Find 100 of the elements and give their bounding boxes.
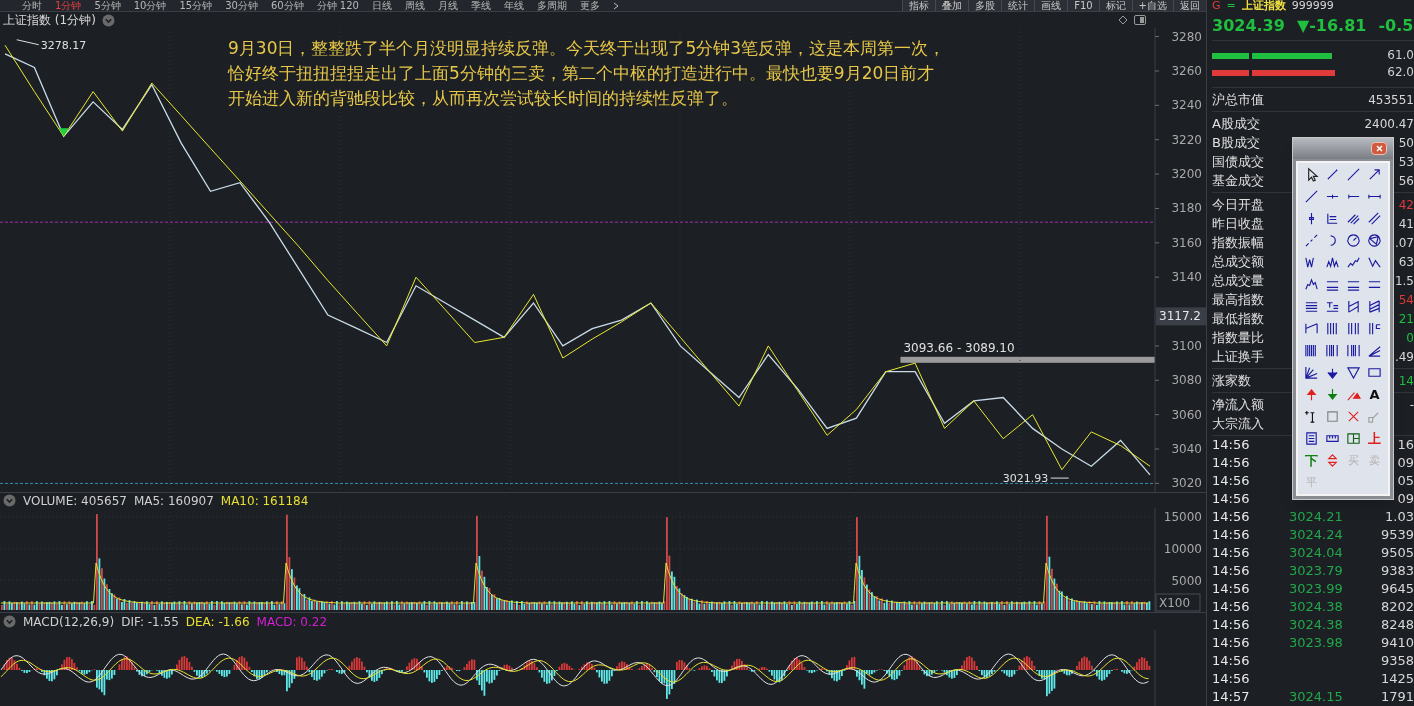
panel-toggle-icon[interactable] bbox=[1134, 15, 1146, 25]
close-button[interactable] bbox=[1371, 142, 1387, 155]
stat-label: 总成交额 bbox=[1212, 252, 1264, 271]
period-tab[interactable]: 多周期 bbox=[536, 0, 567, 12]
tick-volume: 16 bbox=[1397, 436, 1414, 455]
stock-name: 上证指数 bbox=[1241, 0, 1286, 12]
tick-volume: 1.03 bbox=[1385, 508, 1414, 527]
tick-price: 3023.98 bbox=[1289, 634, 1343, 653]
period-tab[interactable]: 60分钟 bbox=[270, 0, 304, 12]
period-tab[interactable]: 1分钟 bbox=[55, 0, 82, 12]
stat-label: 上证换手 bbox=[1212, 347, 1264, 366]
toolbar-button[interactable]: 统计 bbox=[1001, 0, 1035, 11]
period-tab[interactable]: 日线 bbox=[371, 0, 392, 12]
cursor-price-tag: 3117.2 bbox=[1156, 307, 1207, 326]
dropdown-icon[interactable] bbox=[101, 13, 115, 27]
tick-time: 14:56 bbox=[1212, 598, 1251, 617]
stat-label: B股成交 bbox=[1212, 133, 1260, 152]
mountain-line-icon bbox=[1304, 277, 1319, 292]
stat-label: 昨日收盘 bbox=[1212, 214, 1264, 233]
high-price-label: 3278.17 bbox=[40, 38, 87, 52]
percent-change: -0.5 bbox=[1378, 15, 1414, 37]
tick-price: 3024.04 bbox=[1289, 544, 1343, 563]
toolbar-button[interactable]: 叠加 bbox=[935, 0, 969, 11]
stat-value: 53 bbox=[1398, 153, 1414, 171]
cycle-line-icon bbox=[1304, 321, 1319, 336]
stat-value: 1.5 bbox=[1394, 272, 1414, 290]
tick-time: 14:56 bbox=[1212, 670, 1251, 689]
stat-value: 41 bbox=[1398, 215, 1414, 233]
tick-volume: 9539 bbox=[1380, 526, 1414, 545]
fan-lines-icon bbox=[1367, 343, 1382, 358]
stat-value: 21 bbox=[1398, 310, 1414, 328]
tick-price: 3024.38 bbox=[1289, 616, 1343, 635]
tick-price: 3023.99 bbox=[1289, 580, 1343, 599]
period-tab[interactable]: 分钟 120 bbox=[316, 0, 359, 12]
tool-button[interactable]: A bbox=[1364, 386, 1385, 403]
tick-time: 14:57 bbox=[1212, 688, 1251, 706]
toolbar-button[interactable]: 多股 bbox=[968, 0, 1002, 11]
rectangle-icon bbox=[1367, 365, 1382, 380]
stat-label: 最高指数 bbox=[1212, 290, 1264, 309]
stat-label: 基金成交 bbox=[1212, 171, 1264, 190]
tick-time: 14:56 bbox=[1212, 652, 1251, 671]
volume-legend: MA5: 160907 bbox=[133, 491, 214, 510]
golden-bars-icon bbox=[1367, 321, 1382, 336]
stat-label: 最低指数 bbox=[1212, 309, 1264, 328]
tick-volume: 09 bbox=[1397, 490, 1414, 509]
toolbar-button[interactable]: F10 bbox=[1067, 0, 1099, 11]
stat-value: 14 bbox=[1398, 372, 1414, 390]
tick-time: 14:56 bbox=[1212, 508, 1251, 527]
period-tab[interactable]: 月线 bbox=[437, 0, 458, 12]
period-tab[interactable]: 10分钟 bbox=[133, 0, 167, 12]
speed-fan-icon bbox=[1304, 365, 1319, 380]
tick-price: 3024.21 bbox=[1289, 508, 1343, 527]
axis-tick-label: 3060 bbox=[1171, 407, 1202, 422]
axis-tick-label: 3200 bbox=[1171, 167, 1202, 182]
period-tab[interactable]: 15分钟 bbox=[179, 0, 213, 12]
tool-button[interactable]: 上 bbox=[1364, 430, 1385, 447]
stat-value: 54 bbox=[1398, 291, 1414, 309]
period-tab[interactable]: 更多 bbox=[579, 0, 600, 12]
cycle-bars-icon bbox=[1325, 321, 1340, 336]
axis-tick-label: 3080 bbox=[1171, 373, 1202, 388]
chevron-icon[interactable] bbox=[612, 1, 620, 10]
tick-time: 14:56 bbox=[1212, 634, 1251, 653]
chart-note: 9月30日，整整跌了半个月没明显持续反弹。今天终于出现了5分钟3笔反弹，这是本周第一次， 恰好终于扭扭捏捏走出了上面5分钟的三卖，第二个中枢的打造进行中。最快也要9月20日前才 开始进入新的背驰段比较，从而再次尝试较长时间的持续性反弹了。 bbox=[228, 37, 946, 110]
thick-bars-icon bbox=[1325, 343, 1340, 358]
macd-legend: DEA: -1.66 bbox=[185, 612, 250, 631]
ratio-reading: 62.0 bbox=[1387, 66, 1414, 79]
tick-price: 3024.38 bbox=[1289, 598, 1343, 617]
axis-tick-label: 10000 bbox=[1163, 542, 1202, 556]
period-tab[interactable]: 30分钟 bbox=[225, 0, 258, 12]
dropdown-icon[interactable] bbox=[3, 494, 16, 507]
tick-time: 14:56 bbox=[1212, 436, 1251, 455]
stat-value: 56 bbox=[1398, 172, 1414, 190]
fan-box-icon bbox=[1346, 299, 1361, 314]
zigzag-down-icon bbox=[1367, 255, 1382, 270]
wave-peaks-icon bbox=[1325, 255, 1340, 270]
tick-volume: 05 bbox=[1397, 472, 1414, 491]
toolbar-button[interactable]: 返回 bbox=[1173, 0, 1206, 11]
diamond-icon[interactable] bbox=[1118, 15, 1128, 25]
close-x-icon bbox=[1346, 409, 1361, 424]
period-tab[interactable]: 年线 bbox=[503, 0, 524, 12]
period-tab[interactable]: 季线 bbox=[470, 0, 491, 12]
toolbar-button[interactable]: 标记 bbox=[1098, 0, 1132, 11]
tick-time: 14:56 bbox=[1212, 562, 1251, 581]
tick-price: 3023.79 bbox=[1289, 562, 1343, 581]
dropdown-icon[interactable] bbox=[3, 615, 16, 628]
toolbar-button[interactable]: +自选 bbox=[1131, 0, 1173, 11]
toolbar-button[interactable]: 画线 bbox=[1034, 0, 1068, 11]
flag-label: G bbox=[1212, 0, 1221, 12]
leader-line bbox=[16, 39, 40, 46]
toolbar-button[interactable]: 指标 bbox=[902, 0, 936, 11]
fibonacci-bars-icon bbox=[1346, 321, 1361, 336]
period-tab[interactable]: 分时 bbox=[22, 0, 42, 12]
volume-legend: MA10: 161184 bbox=[220, 491, 309, 510]
chart-title: 上证指数 (1分钟) bbox=[3, 12, 96, 29]
tool-button[interactable]: 下 bbox=[1301, 452, 1322, 469]
stat-value: 63 bbox=[1398, 253, 1414, 271]
period-tab[interactable]: 周线 bbox=[404, 0, 425, 12]
stat-value: 0 bbox=[1406, 329, 1414, 347]
stat-value: 50 bbox=[1398, 134, 1414, 152]
period-tab[interactable]: 5分钟 bbox=[94, 0, 121, 12]
